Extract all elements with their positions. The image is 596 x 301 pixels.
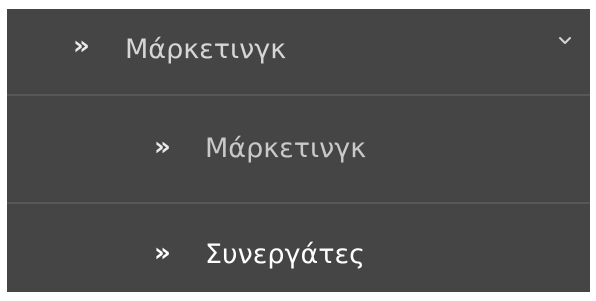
double-chevron-right-icon: » <box>154 238 171 268</box>
submenu-item-partners[interactable]: » Συνεργάτες <box>7 204 590 292</box>
menu-item-marketing[interactable]: » Μάρκετινγκ <box>7 9 590 96</box>
submenu-item-label: Μάρκετινγκ <box>205 133 367 164</box>
submenu-item-marketing[interactable]: » Μάρκετινγκ <box>7 96 590 204</box>
double-chevron-right-icon: » <box>73 31 90 61</box>
sidebar-menu: » Μάρκετινγκ » Μάρκετινγκ » Συνεργάτες <box>7 9 590 292</box>
chevron-down-icon[interactable] <box>557 33 573 49</box>
double-chevron-right-icon: » <box>154 132 171 162</box>
menu-item-label: Μάρκετινγκ <box>125 34 287 65</box>
submenu-item-label: Συνεργάτες <box>205 239 365 270</box>
